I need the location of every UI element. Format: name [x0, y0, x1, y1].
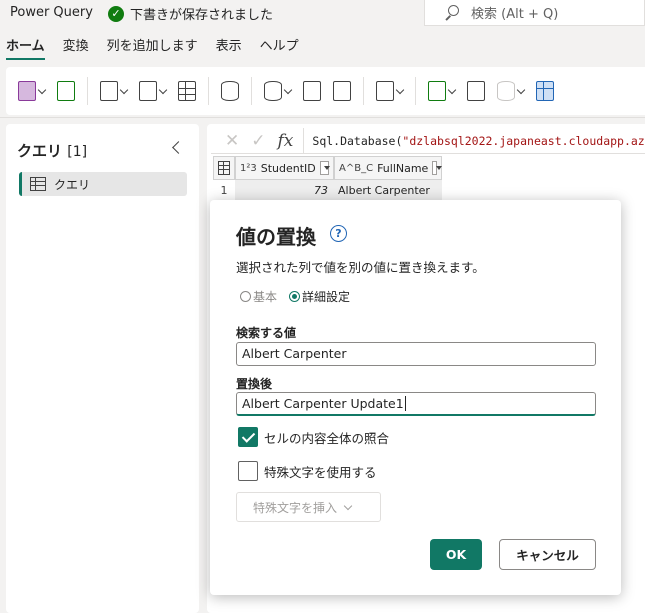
insert-special-character-label: 特殊文字を挿入 — [253, 500, 338, 515]
cancel-button[interactable]: キャンセル — [499, 539, 596, 570]
checkbox-unchecked-icon[interactable] — [238, 461, 258, 481]
replace-with-value: Albert Carpenter Update1 — [242, 396, 404, 411]
replace-values-dialog: 値の置換 ? 選択された列で値を別の値に置き換えます。 基本 詳細設定 検索する… — [210, 200, 621, 595]
mode-basic-radio[interactable]: 基本 — [240, 288, 277, 305]
radio-checked-icon — [289, 291, 301, 302]
replace-with-label: 置換後 — [236, 377, 273, 391]
checkbox-checked-icon[interactable] — [238, 427, 258, 447]
replace-with-input[interactable]: Albert Carpenter Update1 — [236, 392, 596, 416]
radio-unchecked-icon — [240, 291, 251, 302]
mode-basic-label: 基本 — [253, 290, 278, 304]
find-value-input[interactable]: Albert Carpenter — [236, 342, 596, 366]
dialog-title: 値の置換 — [236, 225, 316, 249]
match-entire-cell-option[interactable]: セルの内容全体の照合 — [238, 427, 389, 447]
help-icon[interactable]: ? — [330, 225, 347, 242]
use-special-characters-option[interactable]: 特殊文字を使用する — [238, 461, 377, 481]
mode-advanced-radio[interactable]: 詳細設定 — [289, 288, 350, 305]
dialog-description: 選択された列で値を別の値に置き換えます。 — [236, 260, 485, 275]
mode-advanced-label: 詳細設定 — [302, 290, 351, 304]
use-special-characters-label: 特殊文字を使用する — [264, 464, 377, 480]
mode-radio-group: 基本 詳細設定 — [240, 288, 350, 305]
insert-special-character-dropdown: 特殊文字を挿入 — [236, 492, 381, 522]
find-value-label: 検索する値 — [236, 326, 297, 340]
ok-button[interactable]: OK — [430, 539, 482, 570]
chevron-down-icon — [343, 501, 353, 510]
text-cursor — [404, 396, 406, 411]
match-entire-cell-label: セルの内容全体の照合 — [264, 430, 390, 446]
